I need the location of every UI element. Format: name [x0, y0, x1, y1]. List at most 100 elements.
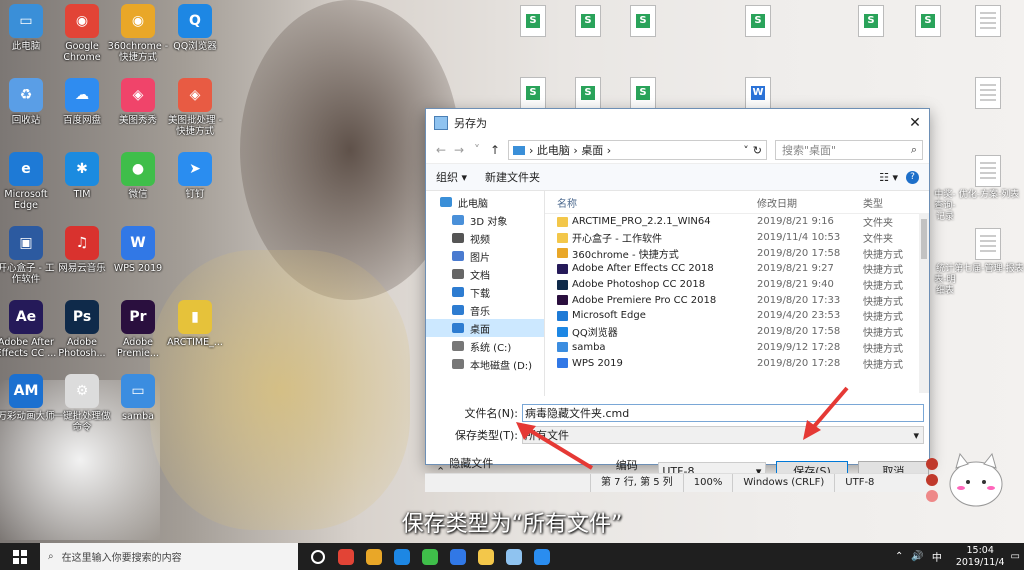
file-row[interactable]: samba 2019/9/12 17:28 快捷方式 [545, 340, 929, 356]
text-file-icon[interactable] [975, 5, 1001, 37]
taskbar-app-button[interactable] [528, 543, 556, 570]
wechat-icon [422, 548, 438, 565]
spreadsheet-file-icon[interactable] [630, 77, 656, 109]
text-file-icon[interactable] [975, 228, 1001, 260]
word-file-icon[interactable] [745, 77, 771, 109]
desktop-icon[interactable]: ▮ ARCTIME_... [163, 300, 227, 348]
spreadsheet-file-icon[interactable] [575, 5, 601, 37]
spreadsheet-file-icon[interactable] [915, 5, 941, 37]
notification-icon[interactable]: ▭ [1011, 551, 1020, 562]
desktop-icon-label: ARCTIME_... [167, 337, 223, 348]
forward-arrow-icon[interactable]: → [450, 143, 468, 157]
input-method-indicator[interactable]: 中 [932, 549, 942, 564]
spreadsheet-file-icon[interactable] [745, 5, 771, 37]
breadcrumb-desktop[interactable]: 桌面 [581, 142, 603, 158]
taskbar-app-button[interactable] [360, 543, 388, 570]
nav-item[interactable]: 桌面 [426, 319, 544, 337]
file-name-cell: 360chrome - 快捷方式 [545, 246, 757, 261]
text-file-icon[interactable] [975, 155, 1001, 187]
heart-icon[interactable] [926, 490, 938, 502]
dialog-titlebar[interactable]: 另存为 ✕ [426, 109, 929, 137]
history-dropdown-icon[interactable]: ˅ [468, 143, 486, 157]
desktop-icon[interactable]: W WPS 2019 [106, 226, 170, 274]
text-file-icon[interactable] [975, 77, 1001, 109]
start-button[interactable] [0, 543, 40, 570]
spreadsheet-file-icon[interactable] [575, 77, 601, 109]
taskbar-app-button[interactable] [332, 543, 360, 570]
new-folder-button[interactable]: 新建文件夹 [485, 169, 540, 185]
desktop-icon[interactable]: Q QQ浏览器 [163, 4, 227, 52]
file-row[interactable]: QQ浏览器 2019/8/20 17:58 快捷方式 [545, 324, 929, 340]
desktop-icon[interactable]: ✱ TIM [50, 152, 114, 200]
taskbar-app-button[interactable] [444, 543, 472, 570]
desktop-icon[interactable]: ⚙ 一键批处理做命令 [50, 374, 114, 433]
nav-item[interactable]: 音乐 [426, 301, 544, 319]
column-name[interactable]: 名称 [545, 195, 757, 210]
vertical-scrollbar[interactable] [919, 213, 929, 393]
view-options-icon[interactable]: ☷ ▾ [879, 171, 898, 184]
breadcrumb-pc[interactable]: 此电脑 [537, 142, 570, 158]
file-row[interactable]: Adobe After Effects CC 2018 2019/8/21 9:2… [545, 261, 929, 277]
spreadsheet-file-icon[interactable] [520, 77, 546, 109]
app-icon: e [9, 152, 43, 186]
nav-item[interactable]: 系统 (C:) [426, 337, 544, 355]
back-arrow-icon[interactable]: ← [432, 143, 450, 157]
taskbar-app-button[interactable] [472, 543, 500, 570]
scrollbar-thumb[interactable] [921, 219, 927, 259]
app-icon: ⚙ [65, 374, 99, 408]
close-icon[interactable]: ✕ [901, 115, 929, 131]
desktop-icon[interactable]: ◈ 美图秀秀 [106, 78, 170, 126]
column-modified[interactable]: 修改日期 [757, 195, 863, 210]
spreadsheet-file-icon[interactable] [858, 5, 884, 37]
taskbar-app-button[interactable] [416, 543, 444, 570]
file-row[interactable]: ARCTIME_PRO_2.2.1_WIN64 2019/8/21 9:16 文件夹 [545, 214, 929, 230]
nav-item[interactable]: 下载 [426, 283, 544, 301]
volume-icon[interactable]: 🔊 [911, 551, 923, 562]
file-name-cell: QQ浏览器 [545, 324, 757, 339]
path-dropdown-icon[interactable]: ˅ [743, 144, 749, 157]
nav-item[interactable]: 3D 对象 [426, 211, 544, 229]
desktop-icon[interactable]: ☁ 百度网盘 [50, 78, 114, 126]
taskbar-app-button[interactable] [388, 543, 416, 570]
desktop-icon[interactable]: ♫ 网易云音乐 [50, 226, 114, 274]
file-row[interactable]: Adobe Photoshop CC 2018 2019/8/21 9:40 快捷方… [545, 277, 929, 293]
dialog-toolbar: 组织 ▾ 新建文件夹 ☷ ▾ ? [426, 163, 929, 190]
nav-item[interactable]: 本地磁盘 (D:) [426, 355, 544, 373]
up-arrow-icon[interactable]: ↑ [486, 143, 504, 157]
column-type[interactable]: 类型 [863, 195, 919, 210]
side-circle-icon[interactable] [926, 458, 938, 470]
nav-folder-icon [452, 251, 464, 261]
file-row[interactable]: 360chrome - 快捷方式 2019/8/20 17:58 快捷方式 [545, 245, 929, 261]
organize-button[interactable]: 组织 ▾ [436, 169, 467, 185]
spreadsheet-file-icon[interactable] [630, 5, 656, 37]
nav-item[interactable]: 此电脑 [426, 193, 544, 211]
side-circle-icon[interactable] [926, 474, 938, 486]
desktop-icon[interactable]: ◉ Google Chrome [50, 4, 114, 63]
help-icon[interactable]: ? [906, 170, 919, 184]
path-breadcrumb[interactable]: › 此电脑 › 桌面 › ˅ ↻ [508, 140, 767, 160]
desktop-icon[interactable]: ◉ 360chrome - 快捷方式 [106, 4, 170, 63]
nav-item[interactable]: 视频 [426, 229, 544, 247]
clock[interactable]: 15:04 2019/11/4 [956, 545, 1005, 569]
spreadsheet-file-icon[interactable] [520, 5, 546, 37]
tray-expand-icon[interactable]: ⌃ [895, 551, 903, 562]
file-row[interactable]: Microsoft Edge 2019/4/20 23:53 快捷方式 [545, 308, 929, 324]
taskbar-app-button[interactable] [500, 543, 528, 570]
file-row[interactable]: WPS 2019 2019/8/20 17:28 快捷方式 [545, 355, 929, 371]
file-row[interactable]: Adobe Premiere Pro CC 2018 2019/8/20 17:3… [545, 292, 929, 308]
nav-item[interactable]: 文档 [426, 265, 544, 283]
nav-item[interactable]: 图片 [426, 247, 544, 265]
desktop-icon[interactable]: ➤ 钉钉 [163, 152, 227, 200]
nav-folder-icon [452, 233, 464, 243]
desktop-icon[interactable]: ◈ 美图批处理 - 快捷方式 [163, 78, 227, 137]
desktop-icon[interactable]: Ps Adobe Photosh... [50, 300, 114, 359]
taskbar-app-button[interactable] [304, 543, 332, 570]
file-row[interactable]: 开心盒子 - 工作软件 2019/11/4 10:53 文件夹 [545, 230, 929, 246]
desktop-icon[interactable]: ▭ samba [106, 374, 170, 422]
refresh-icon[interactable]: ↻ [753, 144, 762, 157]
search-input[interactable]: 搜索"桌面" ⌕ [775, 140, 923, 160]
file-name: 开心盒子 - 工作软件 [572, 234, 662, 246]
taskbar-search-input[interactable]: ⌕ 在这里输入你要搜索的内容 [40, 543, 298, 570]
desktop-icon[interactable]: ● 微信 [106, 152, 170, 200]
desktop-icon[interactable]: Pr Adobe Premie... [106, 300, 170, 359]
